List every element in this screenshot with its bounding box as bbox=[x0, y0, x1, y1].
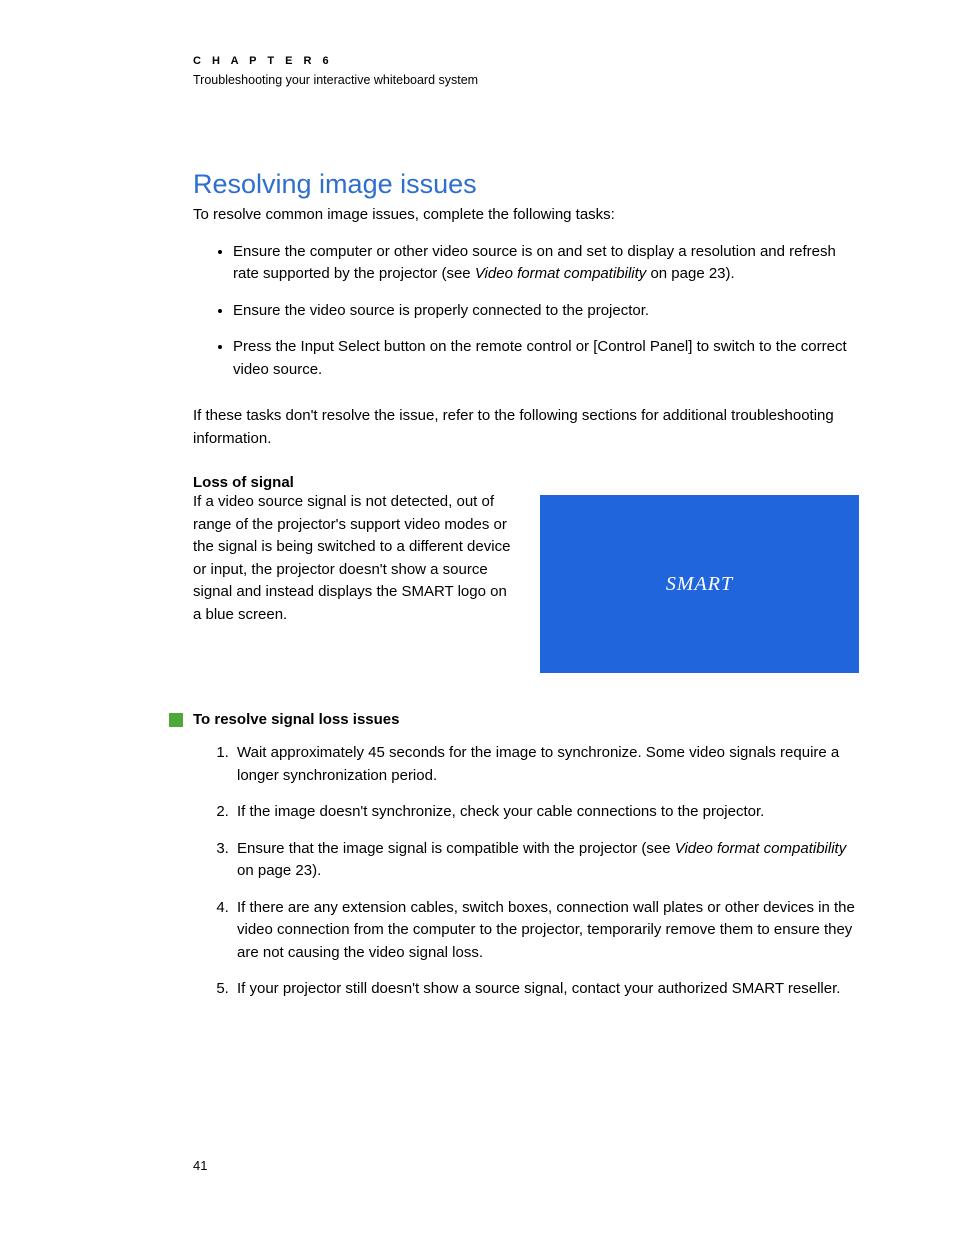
list-item: If the image doesn't synchronize, check … bbox=[233, 801, 859, 824]
step-text: Wait approximately 45 seconds for the im… bbox=[237, 744, 839, 784]
loss-of-signal-heading: Loss of signal bbox=[193, 474, 859, 491]
task-text: Ensure the video source is properly conn… bbox=[233, 302, 649, 319]
steps-list: Wait approximately 45 seconds for the im… bbox=[193, 742, 859, 1001]
intro-text: To resolve common image issues, complete… bbox=[193, 204, 859, 227]
blue-screen-graphic: SMART bbox=[540, 495, 859, 673]
procedure-heading-row: To resolve signal loss issues bbox=[193, 711, 859, 728]
cross-reference: Video format compatibility bbox=[475, 265, 646, 282]
task-text: Press the Input Select button on the rem… bbox=[233, 338, 847, 378]
list-item: Press the Input Select button on the rem… bbox=[233, 336, 859, 381]
chapter-label: C H A P T E R 6 bbox=[193, 55, 859, 67]
loss-of-signal-text: If a video source signal is not detected… bbox=[193, 491, 518, 626]
task-text: on page 23). bbox=[646, 265, 734, 282]
step-text: If there are any extension cables, switc… bbox=[237, 899, 855, 961]
smart-logo: SMART bbox=[666, 573, 733, 596]
page-number: 41 bbox=[193, 1158, 207, 1173]
bullet-square-icon bbox=[169, 713, 183, 727]
step-text: Ensure that the image signal is compatib… bbox=[237, 840, 675, 857]
step-text: If your projector still doesn't show a s… bbox=[237, 980, 840, 997]
list-item: Ensure the computer or other video sourc… bbox=[233, 241, 859, 286]
list-item: If there are any extension cables, switc… bbox=[233, 897, 859, 965]
cross-reference: Video format compatibility bbox=[675, 840, 846, 857]
loss-of-signal-block: If a video source signal is not detected… bbox=[193, 491, 859, 673]
task-list: Ensure the computer or other video sourc… bbox=[193, 241, 859, 382]
section-title: Resolving image issues bbox=[193, 169, 859, 200]
chapter-subtitle: Troubleshooting your interactive whitebo… bbox=[193, 73, 859, 87]
procedure-title: To resolve signal loss issues bbox=[193, 711, 399, 728]
step-text: If the image doesn't synchronize, check … bbox=[237, 803, 764, 820]
step-text: on page 23). bbox=[237, 862, 321, 879]
page: C H A P T E R 6 Troubleshooting your int… bbox=[0, 0, 954, 1235]
followup-text: If these tasks don't resolve the issue, … bbox=[193, 405, 859, 450]
list-item: Ensure that the image signal is compatib… bbox=[233, 838, 859, 883]
list-item: Ensure the video source is properly conn… bbox=[233, 300, 859, 323]
list-item: Wait approximately 45 seconds for the im… bbox=[233, 742, 859, 787]
list-item: If your projector still doesn't show a s… bbox=[233, 978, 859, 1001]
